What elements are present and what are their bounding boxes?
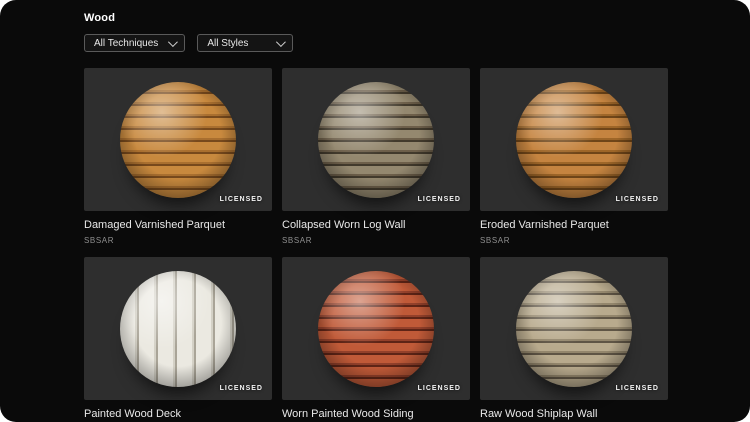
material-card: LICENSED Raw Wood Shiplap Wall SBSAR <box>480 257 668 422</box>
material-sphere <box>516 81 632 198</box>
styles-dropdown-label: All Styles <box>207 37 249 49</box>
page-title: Wood <box>84 12 116 24</box>
material-preview[interactable]: LICENSED <box>84 68 272 211</box>
material-preview[interactable]: LICENSED <box>480 257 668 401</box>
material-sphere <box>120 81 236 198</box>
licensed-badge: LICENSED <box>615 196 659 203</box>
material-grid: LICENSED Damaged Varnished Parquet SBSAR… <box>84 68 750 422</box>
material-sphere <box>516 270 632 387</box>
techniques-dropdown[interactable]: All Techniques <box>84 34 186 52</box>
material-sphere <box>318 270 434 387</box>
material-title[interactable]: Painted Wood Deck <box>84 408 272 421</box>
chevron-down-icon <box>276 36 287 47</box>
licensed-badge: LICENSED <box>417 196 461 203</box>
material-title[interactable]: Worn Painted Wood Siding <box>282 408 470 421</box>
asset-browser-window: Wood All Techniques All Styles LICENSED … <box>0 0 750 422</box>
material-card: LICENSED Eroded Varnished Parquet SBSAR <box>480 68 668 245</box>
material-sphere <box>318 81 434 198</box>
material-preview[interactable]: LICENSED <box>282 68 470 211</box>
licensed-badge: LICENSED <box>219 385 263 393</box>
material-title[interactable]: Eroded Varnished Parquet <box>480 219 668 232</box>
material-title[interactable]: Collapsed Worn Log Wall <box>282 219 470 232</box>
material-format: SBSAR <box>282 236 313 246</box>
material-format: SBSAR <box>480 236 511 246</box>
material-preview[interactable]: LICENSED <box>480 68 668 211</box>
material-preview[interactable]: LICENSED <box>282 257 470 401</box>
material-card: LICENSED Painted Wood Deck SBSAR <box>84 257 272 422</box>
material-card: LICENSED Collapsed Worn Log Wall SBSAR <box>282 68 470 245</box>
material-format: SBSAR <box>84 236 115 246</box>
material-preview[interactable]: LICENSED <box>84 257 272 401</box>
material-card: LICENSED Damaged Varnished Parquet SBSAR <box>84 68 272 245</box>
material-title[interactable]: Raw Wood Shiplap Wall <box>480 408 668 421</box>
material-title[interactable]: Damaged Varnished Parquet <box>84 219 272 232</box>
chevron-down-icon <box>168 36 179 47</box>
licensed-badge: LICENSED <box>615 385 659 393</box>
material-sphere <box>120 270 236 387</box>
filter-bar: All Techniques All Styles <box>84 34 750 52</box>
styles-dropdown[interactable]: All Styles <box>197 34 294 52</box>
material-card: LICENSED Worn Painted Wood Siding SBSAR <box>282 257 470 422</box>
licensed-badge: LICENSED <box>417 385 461 393</box>
techniques-dropdown-label: All Techniques <box>94 37 159 49</box>
licensed-badge: LICENSED <box>219 196 263 203</box>
